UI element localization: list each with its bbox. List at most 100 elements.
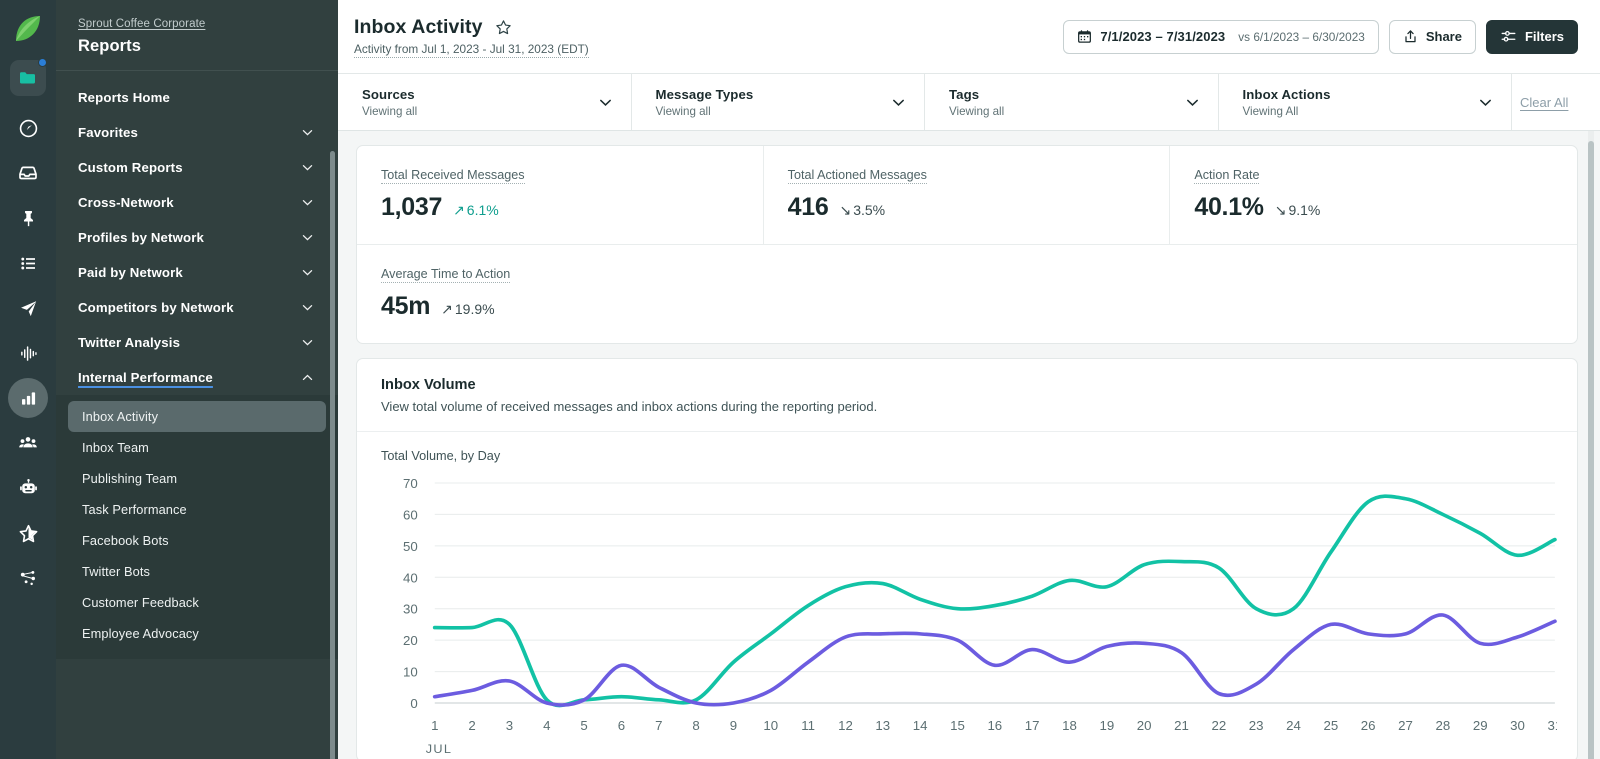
x-axis-tick-label: 24 [1286, 718, 1301, 733]
x-axis-tick-label: 21 [1174, 718, 1189, 733]
sidebar-item-employee-advocacy[interactable]: Employee Advocacy [68, 618, 326, 649]
kpi-delta: ↗ 19.9% [441, 301, 494, 317]
notification-badge [38, 58, 47, 67]
filter-bar: Sources Viewing all Message Types Viewin… [338, 74, 1600, 131]
rail-item-bots[interactable] [8, 468, 48, 508]
report-content: Total Received Messages 1,037 ↗ 6.1% Tot… [338, 131, 1600, 759]
date-range-button[interactable]: 7/1/2023 – 7/31/2023 vs 6/1/2023 – 6/30/… [1063, 20, 1378, 54]
sidebar-group-cross-network[interactable]: Cross-Network [56, 185, 338, 220]
x-axis-tick-label: 14 [913, 718, 928, 733]
x-axis-tick-label: 30 [1510, 718, 1525, 733]
sidebar-item-facebook-bots[interactable]: Facebook Bots [68, 525, 326, 556]
sidebar-item-customer-feedback[interactable]: Customer Feedback [68, 587, 326, 618]
x-axis-tick-label: 26 [1361, 718, 1376, 733]
sidebar-item-twitter-bots[interactable]: Twitter Bots [68, 556, 326, 587]
sidebar-group-label: Profiles by Network [78, 230, 204, 245]
chevron-down-icon [1478, 95, 1493, 110]
kpi-value: 40.1% [1194, 193, 1263, 222]
rail-item-inbox[interactable] [8, 153, 48, 193]
kpi-delta-value: 6.1% [467, 202, 499, 218]
kpi-value: 45m [381, 292, 430, 321]
rail-item-dashboard[interactable] [8, 108, 48, 148]
sidebar-group-custom-reports[interactable]: Custom Reports [56, 150, 338, 185]
org-link[interactable]: Sprout Coffee Corporate [78, 18, 205, 30]
sidebar-group-favorites[interactable]: Favorites [56, 115, 338, 150]
x-axis-tick-label: 3 [506, 718, 513, 733]
kpi-total-received-messages: Total Received Messages 1,037 ↗ 6.1% [357, 146, 764, 245]
kpi-average-time-to-action: Average Time to Action 45m ↗ 19.9% [357, 245, 1577, 343]
sidebar-group-profiles-by-network[interactable]: Profiles by Network [56, 220, 338, 255]
x-axis-tick-label: 25 [1323, 718, 1338, 733]
reports-sidebar: Sprout Coffee Corporate Reports Reports … [56, 0, 338, 759]
favorite-star-icon[interactable] [495, 19, 512, 36]
sidebar-item-publishing-team[interactable]: Publishing Team [68, 463, 326, 494]
filter-tags[interactable]: Tags Viewing all [925, 74, 1219, 130]
inbox-volume-card: Inbox Volume View total volume of receiv… [356, 358, 1578, 759]
x-axis-tick-label: 23 [1249, 718, 1264, 733]
rail-item-publishing[interactable] [8, 243, 48, 283]
share-button[interactable]: Share [1389, 20, 1476, 54]
chevron-down-icon [598, 95, 613, 110]
filter-message-types[interactable]: Message Types Viewing all [632, 74, 926, 130]
kpi-action-rate: Action Rate 40.1% ↘ 9.1% [1170, 146, 1577, 245]
sidebar-group-internal-performance[interactable]: Internal Performance [56, 360, 338, 395]
x-axis-tick-label: 20 [1137, 718, 1152, 733]
series-line-received-messages [435, 496, 1555, 705]
chevron-down-icon [301, 161, 314, 174]
date-range-comparison: vs 6/1/2023 – 6/30/2023 [1238, 30, 1365, 44]
chevron-down-icon [301, 301, 314, 314]
y-axis-tick-label: 10 [403, 665, 418, 680]
sidebar-item-inbox-activity[interactable]: Inbox Activity [68, 401, 326, 432]
x-axis-tick-label: 8 [692, 718, 699, 733]
rail-item-reports[interactable] [8, 378, 48, 418]
inbox-volume-line-chart[interactable]: 0102030405060701234567891011121314151617… [369, 471, 1557, 759]
filters-button[interactable]: Filters [1486, 20, 1578, 54]
rail-item-pinned[interactable] [8, 198, 48, 238]
chart-subtitle: Total Volume, by Day [357, 432, 1577, 463]
rail-item-listening[interactable] [8, 333, 48, 373]
chart-plot-area[interactable]: 0102030405060701234567891011121314151617… [357, 463, 1577, 759]
filter-value: Viewing All [1243, 105, 1331, 118]
rail-item-employee[interactable] [8, 423, 48, 463]
filter-label: Message Types [656, 87, 754, 102]
rail-item-reviews[interactable] [8, 513, 48, 553]
chevron-up-icon [301, 371, 314, 384]
x-axis-tick-label: 27 [1398, 718, 1413, 733]
x-axis-tick-label: 31 [1548, 718, 1557, 733]
sidebar-item-inbox-team[interactable]: Inbox Team [68, 432, 326, 463]
filter-label: Tags [949, 87, 1004, 102]
content-scrollbar[interactable] [1588, 141, 1594, 759]
sidebar-item-task-performance[interactable]: Task Performance [68, 494, 326, 525]
x-axis-tick-label: 7 [655, 718, 662, 733]
header-actions: 7/1/2023 – 7/31/2023 vs 6/1/2023 – 6/30/… [1063, 20, 1578, 54]
arrow-down-icon: ↘ [839, 203, 851, 217]
kpi-value: 416 [788, 193, 829, 222]
chart-title: Inbox Volume [381, 377, 1553, 393]
x-axis-tick-label: 2 [468, 718, 475, 733]
filter-sources[interactable]: Sources Viewing all [338, 74, 632, 130]
sidebar-scrollbar[interactable] [330, 151, 335, 759]
rail-item-folder[interactable] [10, 60, 46, 96]
clear-all-link[interactable]: Clear All [1520, 95, 1568, 110]
app-root: Sprout Coffee Corporate Reports Reports … [0, 0, 1600, 759]
rail-item-compose[interactable] [8, 288, 48, 328]
chevron-down-icon [301, 336, 314, 349]
y-axis-tick-label: 20 [403, 634, 418, 649]
sidebar-item-label: Reports Home [78, 90, 170, 105]
sprout-leaf-logo[interactable] [9, 10, 47, 48]
calendar-icon [1077, 29, 1092, 44]
x-axis-tick-label: 13 [875, 718, 890, 733]
x-axis-tick-label: 22 [1211, 718, 1226, 733]
icon-rail [0, 0, 56, 759]
rail-item-network[interactable] [8, 558, 48, 598]
filter-inbox-actions[interactable]: Inbox Actions Viewing All [1219, 74, 1513, 130]
sidebar-group-competitors-by-network[interactable]: Competitors by Network [56, 290, 338, 325]
share-label: Share [1426, 29, 1462, 44]
page-subtitle: Activity from Jul 1, 2023 - Jul 31, 2023… [354, 42, 589, 58]
x-axis-tick-label: 28 [1435, 718, 1450, 733]
sidebar-group-twitter-analysis[interactable]: Twitter Analysis [56, 325, 338, 360]
sidebar-group-paid-by-network[interactable]: Paid by Network [56, 255, 338, 290]
kpi-label: Action Rate [1194, 168, 1259, 184]
sidebar-title: Reports [78, 37, 316, 56]
sidebar-item-reports-home[interactable]: Reports Home [56, 80, 338, 115]
